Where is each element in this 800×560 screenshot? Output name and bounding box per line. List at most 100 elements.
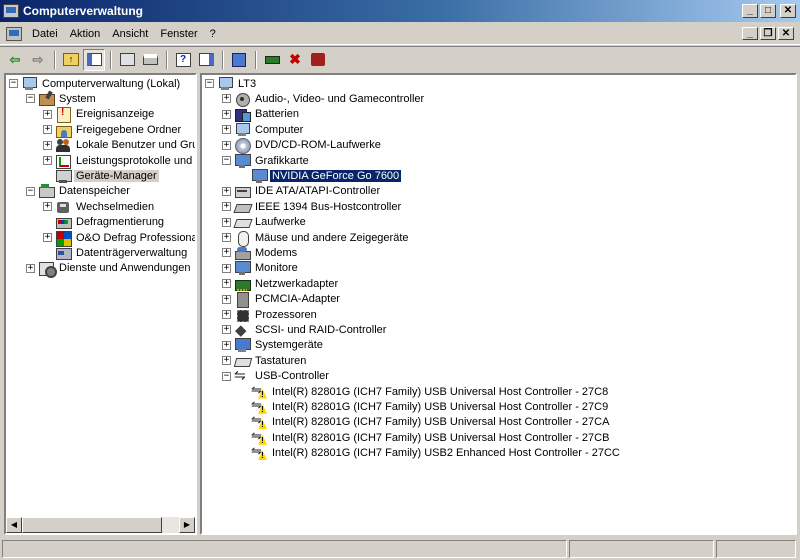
show-hide-tree-icon[interactable] bbox=[83, 48, 105, 71]
print-icon[interactable] bbox=[139, 49, 161, 71]
tree-item[interactable]: + Modems bbox=[222, 245, 299, 260]
expand-toggle[interactable]: + bbox=[222, 217, 231, 227]
tree-item[interactable]: Datenträgerverwaltung bbox=[43, 245, 189, 260]
expand-toggle[interactable]: + bbox=[222, 325, 231, 335]
mdi-minimize-button[interactable]: _ bbox=[742, 27, 758, 40]
device-tree-pane[interactable]: − LT3 + Audio-, Video- und Gamecontroller + B… bbox=[200, 73, 797, 535]
tree-item[interactable]: + Netzwerkadapter bbox=[222, 276, 340, 291]
tree-item[interactable]: Intel(R) 82801G (ICH7 Family) USB2 Enhan… bbox=[239, 443, 622, 461]
collapse-toggle[interactable]: − bbox=[26, 186, 35, 196]
update-driver-icon[interactable] bbox=[261, 49, 283, 71]
tree-item[interactable]: + Ereignisanzeige bbox=[43, 107, 156, 124]
tree-item[interactable]: + Freigegebene Ordner bbox=[43, 122, 183, 138]
tree-item[interactable]: − LT3 bbox=[205, 76, 258, 91]
uninstall-icon[interactable]: ✖ bbox=[284, 49, 306, 71]
tree-item[interactable]: + SCSI- und RAID-Controller bbox=[222, 321, 388, 339]
properties-icon[interactable] bbox=[116, 49, 138, 71]
expand-toggle[interactable]: + bbox=[43, 109, 52, 119]
tree-item[interactable]: Intel(R) 82801G (ICH7 Family) USB Univer… bbox=[239, 382, 610, 399]
expand-toggle[interactable]: + bbox=[222, 140, 231, 150]
expand-toggle[interactable]: + bbox=[222, 233, 231, 242]
tree-item[interactable]: + Wechselmedien bbox=[43, 199, 156, 214]
collapse-toggle[interactable]: − bbox=[222, 371, 231, 381]
tree-item[interactable]: − Grafikkarte bbox=[222, 153, 311, 168]
expand-toggle[interactable]: + bbox=[43, 233, 52, 242]
expand-toggle[interactable]: + bbox=[43, 156, 52, 165]
menu-fenster[interactable]: Fenster bbox=[154, 26, 203, 42]
tree-item[interactable]: + Batterien bbox=[222, 107, 301, 123]
maximize-button[interactable]: □ bbox=[760, 4, 776, 18]
tree-item[interactable]: − USB-Controller bbox=[222, 367, 331, 384]
tree-item[interactable]: + Monitore bbox=[222, 261, 300, 276]
mdi-close-button[interactable]: ✕ bbox=[778, 27, 794, 40]
collapse-toggle[interactable]: − bbox=[9, 79, 18, 88]
tree-item[interactable]: Intel(R) 82801G (ICH7 Family) USB Univer… bbox=[239, 397, 610, 414]
scroll-thumb[interactable] bbox=[22, 517, 162, 533]
collapse-toggle[interactable]: − bbox=[222, 156, 231, 165]
tree-item[interactable]: NVIDIA GeForce Go 7600 bbox=[239, 168, 403, 183]
expand-toggle[interactable]: + bbox=[222, 340, 231, 350]
collapse-toggle[interactable]: − bbox=[205, 79, 214, 88]
tree-item[interactable]: − Computerverwaltung (Lokal) bbox=[9, 76, 182, 91]
tree-item[interactable]: + Tastaturen bbox=[222, 353, 308, 368]
expand-toggle[interactable]: + bbox=[222, 125, 231, 135]
menu-ansicht[interactable]: Ansicht bbox=[106, 26, 154, 42]
expand-toggle[interactable]: + bbox=[222, 248, 231, 258]
expand-toggle[interactable]: + bbox=[43, 140, 52, 150]
mdi-window-icon[interactable] bbox=[6, 26, 22, 41]
expand-toggle[interactable]: + bbox=[222, 202, 231, 212]
expand-toggle[interactable]: + bbox=[222, 279, 231, 289]
mdi-restore-button[interactable]: ❐ bbox=[760, 27, 776, 40]
tree-item[interactable]: + DVD/CD-ROM-Laufwerke bbox=[222, 138, 383, 155]
view-icon[interactable] bbox=[195, 49, 217, 71]
expand-toggle[interactable]: + bbox=[222, 310, 231, 319]
expand-toggle[interactable]: + bbox=[222, 294, 231, 304]
tree-item-label: Tastaturen bbox=[255, 354, 307, 367]
close-button[interactable]: ✕ bbox=[780, 4, 796, 18]
menu-help[interactable]: ? bbox=[204, 26, 222, 42]
tree-item[interactable]: Geräte-Manager bbox=[43, 168, 159, 183]
expand-toggle[interactable]: + bbox=[222, 94, 231, 104]
tree-item[interactable]: Defragmentierung bbox=[43, 215, 166, 230]
tree-item[interactable]: Intel(R) 82801G (ICH7 Family) USB Univer… bbox=[239, 412, 611, 430]
tree-item[interactable]: − System bbox=[26, 91, 98, 106]
tree-item[interactable]: + Lokale Benutzer und Gruppe bbox=[43, 138, 195, 153]
help-icon[interactable]: ? bbox=[172, 49, 194, 71]
computer-management-icon[interactable] bbox=[3, 4, 19, 18]
disable-icon[interactable] bbox=[307, 49, 329, 71]
expand-toggle[interactable]: + bbox=[43, 125, 52, 135]
tree-item[interactable]: + IDE ATA/ATAPI-Controller bbox=[222, 184, 382, 199]
forward-icon[interactable]: ⇨ bbox=[27, 49, 49, 71]
tree-item[interactable]: + Computer bbox=[222, 122, 305, 137]
tree-item[interactable]: + Laufwerke bbox=[222, 215, 308, 230]
up-icon[interactable]: ↑ bbox=[60, 49, 82, 71]
tree-item[interactable]: Intel(R) 82801G (ICH7 Family) USB Univer… bbox=[239, 428, 611, 445]
scroll-left-button[interactable]: ◀ bbox=[6, 517, 22, 533]
back-icon[interactable]: ⇦ bbox=[4, 49, 26, 71]
tree-item[interactable]: + IEEE 1394 Bus-Hostcontroller bbox=[222, 199, 403, 214]
tree-item[interactable]: − Datenspeicher bbox=[26, 184, 132, 199]
menu-aktion[interactable]: Aktion bbox=[64, 26, 107, 42]
expand-toggle[interactable]: + bbox=[222, 263, 231, 273]
horizontal-scrollbar[interactable]: ◀ ▶ bbox=[6, 517, 195, 533]
expand-toggle[interactable]: + bbox=[222, 186, 231, 196]
tree-item[interactable]: + O&O Defrag Professional Ed bbox=[43, 230, 195, 247]
expand-toggle[interactable]: + bbox=[43, 202, 52, 212]
tree-item[interactable]: + Systemgeräte bbox=[222, 338, 325, 353]
expand-toggle[interactable]: + bbox=[222, 109, 231, 119]
console-tree-pane[interactable]: −Computerverwaltung (Lokal)−System+Ereig… bbox=[4, 73, 197, 535]
window-title: Computerverwaltung bbox=[23, 4, 144, 18]
tree-item[interactable]: + Leistungsprotokolle und War bbox=[43, 153, 195, 169]
tree-item[interactable]: + Dienste und Anwendungen bbox=[26, 261, 193, 279]
minimize-button[interactable]: _ bbox=[742, 4, 758, 18]
expand-toggle[interactable]: + bbox=[26, 263, 35, 273]
tree-item[interactable]: + Mäuse und andere Zeigegeräte bbox=[222, 230, 411, 247]
collapse-toggle[interactable]: − bbox=[26, 94, 35, 104]
expand-toggle[interactable]: + bbox=[222, 356, 231, 366]
menu-datei[interactable]: Datei bbox=[26, 26, 64, 42]
tree-item[interactable]: + PCMCIA-Adapter bbox=[222, 292, 342, 309]
tree-item[interactable]: + Prozessoren bbox=[222, 307, 319, 322]
scroll-right-button[interactable]: ▶ bbox=[179, 517, 195, 533]
scan-hardware-icon[interactable] bbox=[228, 49, 250, 71]
tree-item[interactable]: + Audio-, Video- und Gamecontroller bbox=[222, 91, 426, 107]
